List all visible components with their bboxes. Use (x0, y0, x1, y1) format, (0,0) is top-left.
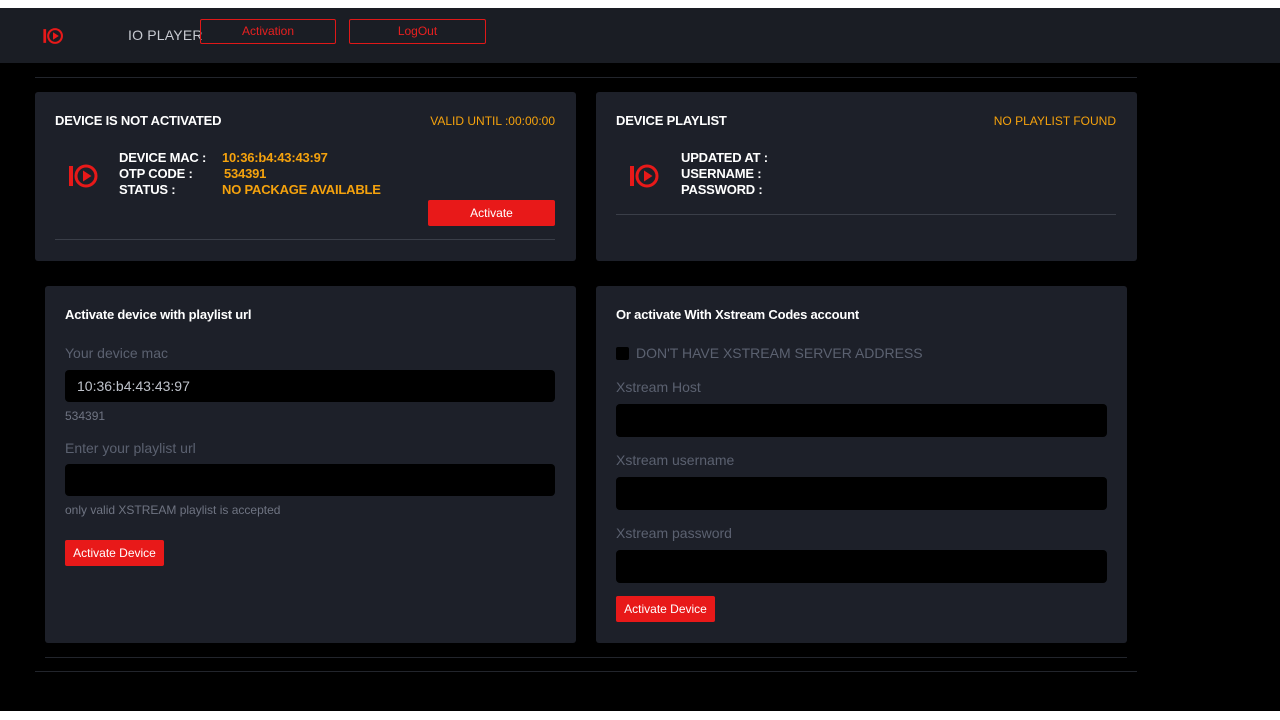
activate-device-xstream-button[interactable]: Activate Device (616, 596, 715, 622)
playlist-url-note: only valid XSTREAM playlist is accepted (65, 503, 281, 517)
device-mac-label: DEVICE MAC : (119, 150, 207, 165)
playlist-card-divider (616, 214, 1116, 215)
device-status-title: DEVICE IS NOT ACTIVATED (55, 113, 222, 128)
no-xstream-server-label: DON'T HAVE XSTREAM SERVER ADDRESS (636, 345, 923, 361)
url-form-title: Activate device with playlist url (65, 307, 252, 322)
activate-device-url-button[interactable]: Activate Device (65, 540, 164, 566)
device-status-card: DEVICE IS NOT ACTIVATED VALID UNTIL :00:… (35, 92, 576, 261)
xstream-form-title: Or activate With Xstream Codes account (616, 307, 859, 322)
bottom-divider-2 (35, 671, 1137, 672)
device-mac-input[interactable] (65, 370, 555, 402)
activation-button[interactable]: Activation (200, 19, 336, 44)
device-mac-field-label: Your device mac (65, 345, 168, 361)
xstream-password-label: Xstream password (616, 525, 732, 541)
updated-at-label: UPDATED AT : (681, 150, 768, 165)
top-bar: IO PLAYER Activation LogOut (0, 8, 1280, 63)
bottom-divider-1 (45, 657, 1127, 658)
password-label: PASSWORD : (681, 182, 763, 197)
playlist-url-label: Enter your playlist url (65, 440, 196, 456)
logout-button[interactable]: LogOut (349, 19, 486, 44)
playlist-info-labels: UPDATED AT : USERNAME : PASSWORD : (681, 150, 768, 198)
status-label: STATUS : (119, 182, 176, 197)
io-player-logo-icon (43, 28, 63, 44)
top-divider (35, 77, 1137, 78)
device-playlist-card: DEVICE PLAYLIST NO PLAYLIST FOUND UPDATE… (596, 92, 1137, 261)
app-root: IO PLAYER Activation LogOut DEVICE IS NO… (0, 8, 1280, 711)
playlist-url-input[interactable] (65, 464, 555, 496)
xstream-host-input[interactable] (616, 404, 1107, 437)
username-label: USERNAME : (681, 166, 762, 181)
activate-button[interactable]: Activate (428, 200, 555, 226)
no-xstream-server-checkbox[interactable] (616, 347, 629, 360)
xstream-username-input[interactable] (616, 477, 1107, 510)
otp-code-text: 534391 (65, 409, 106, 423)
device-mac-value: 10:36:b4:43:43:97 (222, 150, 328, 165)
xstream-password-input[interactable] (616, 550, 1107, 583)
playlist-logo-icon (630, 164, 659, 188)
playlist-status-text: NO PLAYLIST FOUND (993, 114, 1116, 128)
otp-code-value: 534391 (224, 166, 267, 181)
playlist-title: DEVICE PLAYLIST (616, 113, 727, 128)
xstream-username-label: Xstream username (616, 452, 735, 468)
device-info-values: 10:36:b4:43:43:97 534391 NO PACKAGE AVAI… (222, 150, 381, 198)
status-value: NO PACKAGE AVAILABLE (222, 182, 381, 197)
playlist-url-form: Activate device with playlist url Your d… (45, 286, 576, 643)
device-info-labels: DEVICE MAC : OTP CODE : STATUS : (119, 150, 206, 198)
device-card-divider (55, 239, 555, 240)
xstream-host-label: Xstream Host (616, 379, 701, 395)
xstream-codes-form: Or activate With Xstream Codes account D… (596, 286, 1127, 643)
otp-code-label: OTP CODE : (119, 166, 193, 181)
brand-name: IO PLAYER (128, 27, 203, 43)
valid-until-text: VALID UNTIL :00:00:00 (430, 114, 555, 128)
device-logo-icon (69, 164, 98, 188)
